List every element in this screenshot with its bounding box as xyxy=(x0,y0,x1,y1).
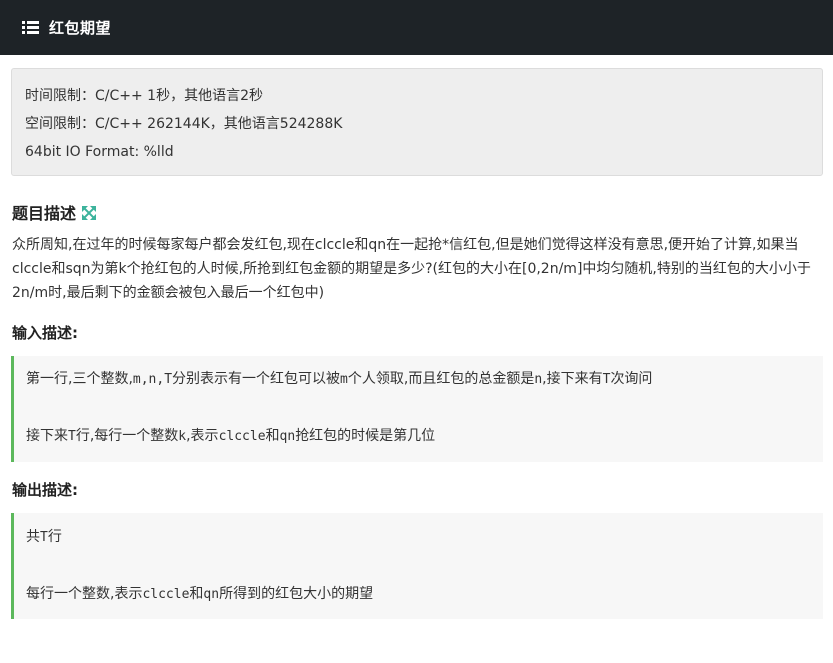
description-title: 题目描述 xyxy=(12,204,77,223)
limits-panel: 时间限制：C/C++ 1秒，其他语言2秒 空间限制：C/C++ 262144K，… xyxy=(11,68,823,176)
space-limit: 空间限制：C/C++ 262144K，其他语言524288K xyxy=(25,116,343,132)
output-heading: 输出描述: xyxy=(12,481,78,499)
input-line-2: 接下来T行,每行一个整数k,表示clccle和qn抢红包的时候是第几位 xyxy=(26,428,436,444)
input-line-1: 第一行,三个整数,m,n,T分别表示有一个红包可以被m个人领取,而且红包的总金额… xyxy=(26,371,653,387)
time-limit: 时间限制：C/C++ 1秒，其他语言2秒 xyxy=(25,88,263,104)
output-line-2: 每行一个整数,表示clccle和qn所得到的红包大小的期望 xyxy=(26,586,374,602)
io-format: 64bit IO Format: %lld xyxy=(25,144,174,160)
output-line-1: 共T行 xyxy=(26,529,62,545)
description-heading: 题目描述 xyxy=(12,201,833,223)
input-description-box: 第一行,三个整数,m,n,T分别表示有一个红包可以被m个人领取,而且红包的总金额… xyxy=(11,356,823,462)
page-title: 红包期望 xyxy=(49,19,112,37)
output-description-box: 共T行 每行一个整数,表示clccle和qn所得到的红包大小的期望 xyxy=(11,513,823,619)
description-text: 众所周知,在过年的时候每家每户都会发红包,现在clccle和qn在一起抢*信红包… xyxy=(12,237,811,301)
top-bar: 红包期望 xyxy=(0,0,833,55)
input-heading: 输入描述: xyxy=(12,324,78,342)
list-icon xyxy=(22,21,39,34)
expand-icon[interactable] xyxy=(82,205,97,220)
